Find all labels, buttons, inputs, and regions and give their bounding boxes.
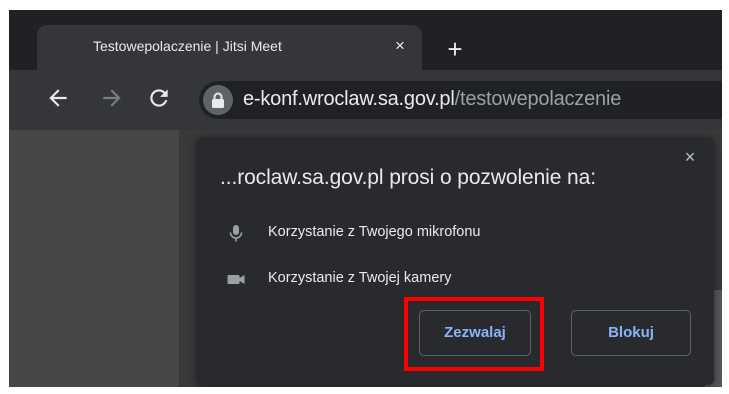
microphone-icon xyxy=(226,223,246,243)
url-text[interactable]: e-konf.wroclaw.sa.gov.pl/testowepolaczen… xyxy=(243,88,621,111)
permission-title: ...roclaw.sa.gov.pl prosi o pozwolenie n… xyxy=(220,166,596,189)
url-host: e-konf.wroclaw.sa.gov.pl xyxy=(243,88,455,110)
reload-icon[interactable] xyxy=(146,85,172,111)
tab-active[interactable]: Testowepolaczenie | Jitsi Meet × xyxy=(37,25,422,70)
camera-icon xyxy=(226,269,246,289)
new-tab-icon[interactable]: + xyxy=(443,36,467,62)
close-tab-icon[interactable]: × xyxy=(390,36,410,56)
address-bar[interactable]: e-konf.wroclaw.sa.gov.pl/testowepolaczen… xyxy=(199,81,722,119)
arrow-right-icon[interactable] xyxy=(99,85,125,111)
lock-icon[interactable] xyxy=(203,85,233,115)
url-path: /testowepolaczenie xyxy=(454,88,622,110)
arrow-left-icon[interactable] xyxy=(45,85,71,111)
permission-label: Korzystanie z Twojej kamery xyxy=(268,270,452,286)
tab-strip: Testowepolaczenie | Jitsi Meet × + xyxy=(9,10,722,70)
close-icon[interactable]: × xyxy=(680,147,700,167)
annotation-highlight xyxy=(404,297,544,371)
tab-title: Testowepolaczenie | Jitsi Meet xyxy=(93,38,282,54)
block-button[interactable]: Blokuj xyxy=(571,310,691,356)
browser-window: Testowepolaczenie | Jitsi Meet × + e-kon… xyxy=(9,10,722,387)
permission-label: Korzystanie z Twojego mikrofonu xyxy=(268,224,481,240)
page-panel-left xyxy=(9,130,179,387)
toolbar: e-konf.wroclaw.sa.gov.pl/testowepolaczen… xyxy=(9,70,722,130)
